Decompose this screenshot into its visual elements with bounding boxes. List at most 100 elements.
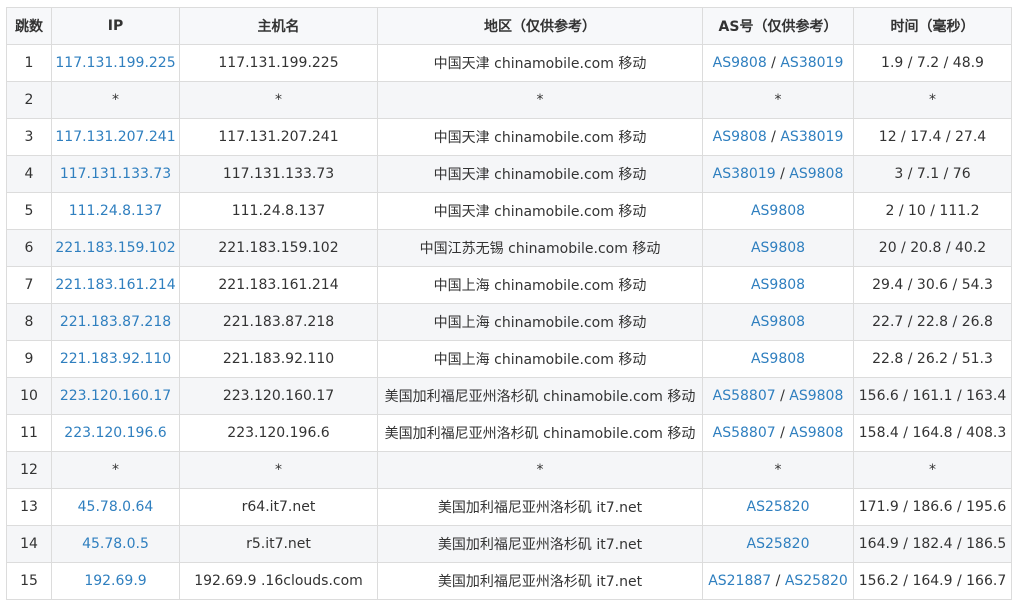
hop-cell: 2: [6, 81, 52, 119]
as-cell: AS9808: [702, 266, 854, 304]
table-row: 4 117.131.133.73 117.131.133.73 中国天津 chinam…: [6, 155, 1012, 193]
hop-cell: 8: [6, 303, 52, 341]
time-cell: *: [853, 451, 1012, 489]
time-cell: 1.9 / 7.2 / 48.9: [853, 44, 1012, 82]
ip-cell: *: [51, 451, 180, 489]
ip-link[interactable]: 111.24.8.137: [69, 203, 163, 219]
time-cell: 156.2 / 164.9 / 166.7: [853, 562, 1012, 600]
region-cell: 美国加利福尼亚州洛杉矶 it7.net: [377, 488, 703, 526]
table-row: 12 * * * * *: [6, 451, 1012, 489]
as-link[interactable]: AS25820: [747, 499, 810, 515]
as-link[interactable]: AS9808: [789, 425, 843, 441]
ip-link[interactable]: 221.183.159.102: [55, 240, 175, 256]
region-cell: 中国上海 chinamobile.com 移动: [377, 303, 703, 341]
hostname-cell: 223.120.196.6: [179, 414, 378, 452]
time-cell: 12 / 17.4 / 27.4: [853, 118, 1012, 156]
hop-cell: 14: [6, 525, 52, 563]
as-cell: AS58807 / AS9808: [702, 377, 854, 415]
as-link[interactable]: AS9808: [751, 277, 805, 293]
as-link[interactable]: AS58807: [713, 425, 776, 441]
as-link[interactable]: AS9808: [789, 388, 843, 404]
as-link[interactable]: AS38019: [780, 129, 843, 145]
as-placeholder: *: [774, 462, 782, 478]
as-link[interactable]: AS9808: [789, 166, 843, 182]
ip-link[interactable]: 223.120.160.17: [60, 388, 171, 404]
as-separator: /: [775, 166, 790, 182]
time-cell: *: [853, 81, 1012, 119]
as-link[interactable]: AS25820: [747, 536, 810, 552]
region-cell: *: [377, 81, 703, 119]
hostname-cell: 117.131.207.241: [179, 118, 378, 156]
as-link[interactable]: AS21887: [708, 573, 771, 589]
as-link[interactable]: AS9808: [751, 314, 805, 330]
time-cell: 3 / 7.1 / 76: [853, 155, 1012, 193]
ip-cell: 221.183.92.110: [51, 340, 180, 378]
ip-link[interactable]: 223.120.196.6: [64, 425, 166, 441]
region-cell: 中国上海 chinamobile.com 移动: [377, 340, 703, 378]
ip-link[interactable]: 117.131.133.73: [60, 166, 171, 182]
hop-cell: 4: [6, 155, 52, 193]
table-row: 10 223.120.160.17 223.120.160.17 美国加利福尼亚州洛杉…: [6, 377, 1012, 415]
hop-cell: 11: [6, 414, 52, 452]
ip-cell: 117.131.199.225: [51, 44, 180, 82]
table-row: 14 45.78.0.5 r5.it7.net 美国加利福尼亚州洛杉矶 it7.net…: [6, 525, 1012, 563]
time-cell: 22.8 / 26.2 / 51.3: [853, 340, 1012, 378]
as-link[interactable]: AS58807: [713, 388, 776, 404]
time-cell: 29.4 / 30.6 / 54.3: [853, 266, 1012, 304]
region-cell: 美国加利福尼亚州洛杉矶 chinamobile.com 移动: [377, 414, 703, 452]
ip-link[interactable]: 192.69.9: [84, 573, 146, 589]
hostname-cell: 192.69.9 .16clouds.com: [179, 562, 378, 600]
as-placeholder: *: [774, 92, 782, 108]
as-separator: /: [775, 388, 790, 404]
as-link[interactable]: AS9808: [751, 240, 805, 256]
hop-cell: 6: [6, 229, 52, 267]
as-cell: *: [702, 451, 854, 489]
as-separator: /: [766, 129, 781, 145]
hop-cell: 5: [6, 192, 52, 230]
region-cell: 中国天津 chinamobile.com 移动: [377, 118, 703, 156]
ip-cell: 111.24.8.137: [51, 192, 180, 230]
as-link[interactable]: AS9808: [751, 203, 805, 219]
ip-cell: 221.183.161.214: [51, 266, 180, 304]
time-cell: 20 / 20.8 / 40.2: [853, 229, 1012, 267]
ip-link[interactable]: 117.131.207.241: [55, 129, 175, 145]
hostname-cell: 221.183.159.102: [179, 229, 378, 267]
ip-cell: *: [51, 81, 180, 119]
hop-cell: 7: [6, 266, 52, 304]
time-cell: 22.7 / 22.8 / 26.8: [853, 303, 1012, 341]
as-link[interactable]: AS9808: [751, 351, 805, 367]
table-row: 15 192.69.9 192.69.9 .16clouds.com 美国加利福尼亚州…: [6, 562, 1012, 600]
table-row: 9 221.183.92.110 221.183.92.110 中国上海 chinam…: [6, 340, 1012, 378]
region-cell: 中国天津 chinamobile.com 移动: [377, 44, 703, 82]
as-cell: AS9808 / AS38019: [702, 118, 854, 156]
ip-link[interactable]: 221.183.92.110: [60, 351, 171, 367]
ip-cell: 192.69.9: [51, 562, 180, 600]
as-link[interactable]: AS9808: [713, 55, 767, 71]
as-link[interactable]: AS38019: [780, 55, 843, 71]
as-link[interactable]: AS9808: [713, 129, 767, 145]
as-link[interactable]: AS38019: [713, 166, 776, 182]
table-row: 7 221.183.161.214 221.183.161.214 中国上海 chin…: [6, 266, 1012, 304]
hostname-cell: r5.it7.net: [179, 525, 378, 563]
ip-link[interactable]: 45.78.0.64: [78, 499, 154, 515]
time-cell: 158.4 / 164.8 / 408.3: [853, 414, 1012, 452]
table-body: 1 117.131.199.225 117.131.199.225 中国天津 chin…: [6, 44, 1012, 600]
time-cell: 171.9 / 186.6 / 195.6: [853, 488, 1012, 526]
hop-cell: 15: [6, 562, 52, 600]
as-cell: AS9808 / AS38019: [702, 44, 854, 82]
ip-link[interactable]: 45.78.0.5: [82, 536, 149, 552]
hostname-cell: 221.183.87.218: [179, 303, 378, 341]
ip-link[interactable]: 221.183.87.218: [60, 314, 171, 330]
header-hostname: 主机名: [179, 7, 378, 45]
ip-link[interactable]: 221.183.161.214: [55, 277, 175, 293]
header-as: AS号（仅供参考）: [702, 7, 854, 45]
as-link[interactable]: AS25820: [785, 573, 848, 589]
ip-link[interactable]: 117.131.199.225: [55, 55, 175, 71]
header-hop: 跳数: [6, 7, 52, 45]
table-row: 11 223.120.196.6 223.120.196.6 美国加利福尼亚州洛杉矶 …: [6, 414, 1012, 452]
as-cell: AS25820: [702, 525, 854, 563]
table-row: 13 45.78.0.64 r64.it7.net 美国加利福尼亚州洛杉矶 it7.n…: [6, 488, 1012, 526]
as-cell: AS9808: [702, 229, 854, 267]
hostname-cell: 111.24.8.137: [179, 192, 378, 230]
hostname-cell: 223.120.160.17: [179, 377, 378, 415]
